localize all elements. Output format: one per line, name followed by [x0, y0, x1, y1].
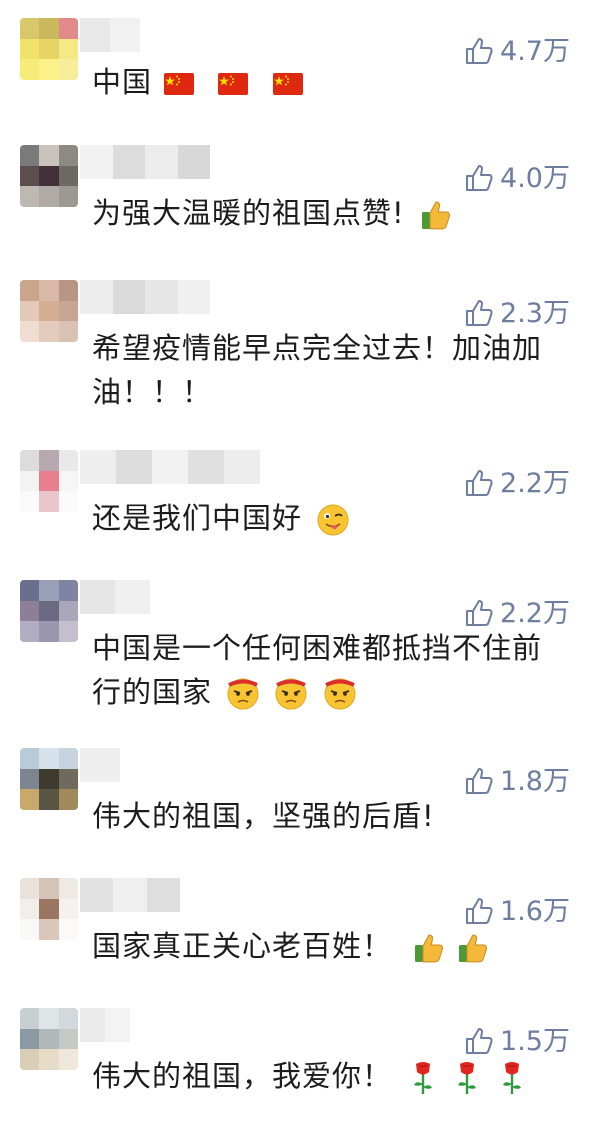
like-count: 2.3万	[500, 297, 570, 329]
username[interactable]	[80, 280, 210, 314]
comment-text: 还是我们中国好	[92, 496, 572, 540]
comment-text: 中国是一个任何困难都抵挡不住前行的国家	[92, 626, 562, 714]
flag-cn-icon	[218, 73, 249, 95]
username[interactable]	[80, 878, 180, 912]
avatar[interactable]	[20, 580, 78, 642]
avatar[interactable]	[20, 1008, 78, 1070]
winking-tongue-face-icon	[316, 503, 350, 537]
thumbs-up-icon	[412, 931, 446, 965]
thumbs-up-outline-icon	[464, 598, 494, 628]
like-count: 2.2万	[500, 467, 570, 499]
flag-cn-icon	[164, 73, 195, 95]
comment-body: 希望疫情能早点完全过去！加油加油！！！	[92, 331, 543, 409]
avatar[interactable]	[20, 280, 78, 342]
thumbs-up-outline-icon	[464, 163, 494, 193]
avatar[interactable]	[20, 18, 78, 80]
rose-icon	[410, 1060, 436, 1096]
rose-icon	[499, 1060, 525, 1096]
comment-body: 伟大的祖国，我爱你！	[92, 1059, 393, 1093]
like-button[interactable]: 2.2万	[464, 598, 570, 628]
thumbs-up-icon	[456, 931, 490, 965]
username[interactable]	[80, 580, 150, 614]
username[interactable]	[80, 748, 120, 782]
like-button[interactable]: 1.6万	[464, 896, 570, 926]
username[interactable]	[80, 145, 210, 179]
thumbs-up-outline-icon	[464, 298, 494, 328]
like-button[interactable]: 4.0万	[464, 163, 570, 193]
like-button[interactable]: 1.8万	[464, 766, 570, 796]
rose-icon	[454, 1060, 480, 1096]
like-button[interactable]: 2.3万	[464, 298, 570, 328]
flag-cn-icon	[272, 73, 303, 95]
username[interactable]	[80, 1008, 130, 1042]
avatar[interactable]	[20, 748, 78, 810]
comment-text: 为强大温暖的祖国点赞!	[92, 191, 572, 235]
thumbs-up-outline-icon	[464, 896, 494, 926]
thumbs-up-outline-icon	[464, 766, 494, 796]
comment-text: 希望疫情能早点完全过去！加油加油！！！	[92, 326, 562, 414]
avatar[interactable]	[20, 450, 78, 512]
comment-body: 还是我们中国好	[92, 501, 303, 535]
like-count: 1.5万	[500, 1025, 570, 1057]
avatar[interactable]	[20, 878, 78, 940]
like-count: 2.2万	[500, 597, 570, 629]
comment-text: 伟大的祖国，坚强的后盾!	[92, 794, 572, 838]
like-count: 1.8万	[500, 765, 570, 797]
comment-body: 伟大的祖国，坚强的后盾!	[92, 799, 435, 833]
comment-body: 中国	[92, 65, 153, 99]
username[interactable]	[80, 18, 140, 52]
like-button[interactable]: 1.5万	[464, 1026, 570, 1056]
comment-text: 国家真正关心老百姓！	[92, 924, 572, 968]
like-button[interactable]: 2.2万	[464, 468, 570, 498]
determined-face-icon	[274, 677, 308, 711]
determined-face-icon	[226, 677, 260, 711]
comment-body: 为强大温暖的祖国点赞!	[92, 196, 405, 230]
avatar[interactable]	[20, 145, 78, 207]
comment-text: 中国	[92, 60, 572, 104]
like-count: 4.0万	[500, 162, 570, 194]
thumbs-up-icon	[419, 198, 453, 232]
thumbs-up-outline-icon	[464, 468, 494, 498]
comment-text: 伟大的祖国，我爱你！	[92, 1054, 572, 1098]
comment-body: 中国是一个任何困难都抵挡不住前行的国家	[92, 631, 543, 709]
determined-face-icon	[323, 677, 357, 711]
like-count: 1.6万	[500, 895, 570, 927]
thumbs-up-outline-icon	[464, 1026, 494, 1056]
username[interactable]	[80, 450, 260, 484]
comment-list: 4.7万 中国 4.0万 为强大温暖的祖国点赞! 2.3万 希望疫情能早点完全过…	[0, 0, 600, 1125]
comment-body: 国家真正关心老百姓！	[92, 929, 393, 963]
